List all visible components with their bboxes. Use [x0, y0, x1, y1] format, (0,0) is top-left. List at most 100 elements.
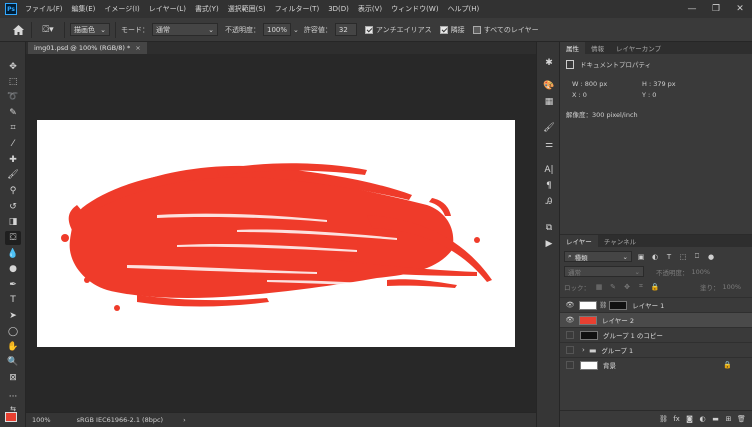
path-select-tool-icon[interactable]: ➤	[5, 309, 21, 323]
layer-row[interactable]: › ▬ グループ 1	[560, 342, 752, 357]
character-icon[interactable]: A|	[541, 163, 557, 177]
link-layers-icon[interactable]: ⛓	[657, 414, 670, 425]
hand-tool-icon[interactable]: ✋	[5, 340, 21, 354]
paint-bucket-preset-icon[interactable]: ⛋▾	[37, 22, 59, 38]
ellipse-tool-icon[interactable]: ◯	[5, 325, 21, 339]
all-layers-checkbox[interactable]: すべてのレイヤー	[472, 25, 539, 35]
foreground-color-swatch[interactable]	[5, 412, 17, 422]
type-tool-icon[interactable]: T	[5, 293, 21, 307]
move-tool-icon[interactable]: ✥	[5, 60, 21, 74]
layer-row[interactable]: 背景 🔒	[560, 357, 752, 372]
layer-opacity-value[interactable]: 100%	[692, 268, 711, 276]
tab-layer-comps[interactable]: レイヤーカンプ	[610, 42, 667, 54]
lock-all-icon[interactable]: 🔒	[650, 282, 660, 292]
paint-bucket-tool-icon[interactable]: ⛋	[5, 231, 21, 245]
menu-image[interactable]: イメージ(I)	[104, 4, 139, 14]
new-layer-icon[interactable]: ⊞	[722, 414, 735, 425]
blend-mode-select[interactable]: 通常 ⌄	[564, 266, 644, 277]
tab-properties[interactable]: 属性	[560, 42, 585, 54]
maximize-button[interactable]: ❐	[704, 0, 728, 18]
tab-info[interactable]: 情報	[585, 42, 610, 54]
crop-tool-icon[interactable]: ⌗	[5, 121, 21, 135]
minimize-button[interactable]: —	[680, 0, 704, 18]
chevron-right-icon[interactable]: ›	[582, 346, 585, 354]
lock-artboard-icon[interactable]: ⌗	[636, 282, 646, 292]
adjustments-icon[interactable]: ⚌	[541, 138, 557, 152]
menu-select[interactable]: 選択範囲(S)	[228, 4, 266, 14]
close-window-button[interactable]: ✕	[728, 0, 752, 18]
eye-icon[interactable]: 👁	[565, 301, 575, 309]
layer-style-icon[interactable]: fx	[670, 414, 683, 425]
canvas-area[interactable]	[26, 54, 536, 412]
lasso-tool-icon[interactable]: ➰	[5, 90, 21, 104]
swatches-icon[interactable]: ▦	[541, 95, 557, 109]
adjustment-layer-icon[interactable]: ◐	[696, 414, 709, 425]
filter-smart-object-icon[interactable]: ⎕	[692, 252, 702, 262]
filter-type-icon[interactable]: T	[664, 252, 674, 262]
new-group-icon[interactable]: ▬	[709, 414, 722, 425]
photoshop-logo-icon[interactable]: Ps	[5, 3, 17, 15]
layer-row[interactable]: 👁 ⛓ レイヤー 1	[560, 297, 752, 312]
layer-kind-filter[interactable]: ⌕ 種類 ⌄	[564, 251, 632, 262]
layer-mask-thumbnail[interactable]	[609, 300, 628, 310]
document-canvas[interactable]	[37, 120, 515, 347]
eye-icon[interactable]: 👁	[565, 316, 575, 324]
tolerance-input[interactable]: 32	[334, 23, 357, 36]
history-brush-tool-icon[interactable]: ↺	[5, 200, 21, 214]
filter-shape-icon[interactable]: ⬚	[678, 252, 688, 262]
tab-layers[interactable]: レイヤー	[560, 235, 598, 247]
menu-edit[interactable]: 編集(E)	[72, 4, 96, 14]
menu-help[interactable]: ヘルプ(H)	[448, 4, 480, 14]
zoom-level[interactable]: 100%	[32, 416, 51, 424]
status-menu-arrow-icon[interactable]: ›	[183, 416, 186, 424]
document-tab[interactable]: img01.psd @ 100% (RGB/8) * ×	[28, 42, 147, 54]
visibility-off-box[interactable]	[566, 331, 574, 339]
brush-tool-icon[interactable]: 🖌	[5, 168, 21, 182]
close-tab-icon[interactable]: ×	[135, 44, 140, 52]
blur-tool-icon[interactable]: 💧	[5, 247, 21, 261]
add-mask-icon[interactable]: ◙	[683, 414, 696, 425]
contiguous-checkbox[interactable]: 隣接	[439, 25, 465, 35]
frame-tool-icon[interactable]: ⊠	[5, 371, 21, 385]
fill-source-select[interactable]: 描画色 ⌄	[70, 23, 110, 36]
layer-row[interactable]: 👁 レイヤー 2	[560, 312, 752, 327]
mode-select[interactable]: 通常 ⌄	[152, 23, 218, 36]
menu-file[interactable]: ファイル(F)	[25, 4, 63, 14]
healing-brush-tool-icon[interactable]: ✚	[5, 153, 21, 167]
clone-stamp-tool-icon[interactable]: ⚲	[5, 184, 21, 198]
menu-layer[interactable]: レイヤー(L)	[149, 4, 186, 14]
dodge-tool-icon[interactable]: ●	[5, 262, 21, 276]
visibility-off-box[interactable]	[566, 361, 574, 369]
opacity-input[interactable]: 100%	[263, 23, 291, 36]
brush-settings-icon[interactable]: 🖌	[541, 121, 557, 135]
color-icon[interactable]: 🎨	[541, 79, 557, 93]
menu-type[interactable]: 書式(Y)	[195, 4, 219, 14]
marquee-tool-icon[interactable]: ⬚	[5, 75, 21, 89]
actions-play-icon[interactable]: ▶	[541, 237, 557, 251]
lock-position-icon[interactable]: ✥	[622, 282, 632, 292]
eyedropper-tool-icon[interactable]: ⁄	[5, 137, 21, 151]
paragraph-icon[interactable]: ¶	[541, 179, 557, 193]
home-icon[interactable]	[10, 22, 26, 38]
delete-layer-icon[interactable]: 🗑	[735, 414, 748, 425]
zoom-tool-icon[interactable]: 🔍	[5, 355, 21, 369]
glyphs-icon[interactable]: Ꭿ	[541, 195, 557, 209]
lock-transparent-icon[interactable]: ▦	[594, 282, 604, 292]
filter-adjustment-icon[interactable]: ◐	[650, 252, 660, 262]
menu-3d[interactable]: 3D(D)	[328, 5, 349, 13]
antialias-checkbox[interactable]: アンチエイリアス	[364, 25, 432, 35]
learn-icon[interactable]: ✱	[541, 56, 557, 70]
lock-pixels-icon[interactable]: ✎	[608, 282, 618, 292]
pen-tool-icon[interactable]: ✒	[5, 278, 21, 292]
filter-pixel-icon[interactable]: ▣	[636, 252, 646, 262]
chain-link-icon[interactable]: ⛓	[599, 301, 607, 309]
menu-filter[interactable]: フィルター(T)	[275, 4, 320, 14]
menu-view[interactable]: 表示(V)	[358, 4, 382, 14]
eraser-tool-icon[interactable]: ◨	[5, 215, 21, 229]
history-icon[interactable]: ⧉	[541, 221, 557, 235]
layer-row[interactable]: グループ 1 のコピー	[560, 327, 752, 342]
filter-toggle-icon[interactable]: ●	[706, 252, 716, 262]
visibility-off-box[interactable]	[566, 346, 574, 354]
fill-value[interactable]: 100%	[723, 283, 742, 291]
tab-channels[interactable]: チャンネル	[598, 235, 642, 247]
